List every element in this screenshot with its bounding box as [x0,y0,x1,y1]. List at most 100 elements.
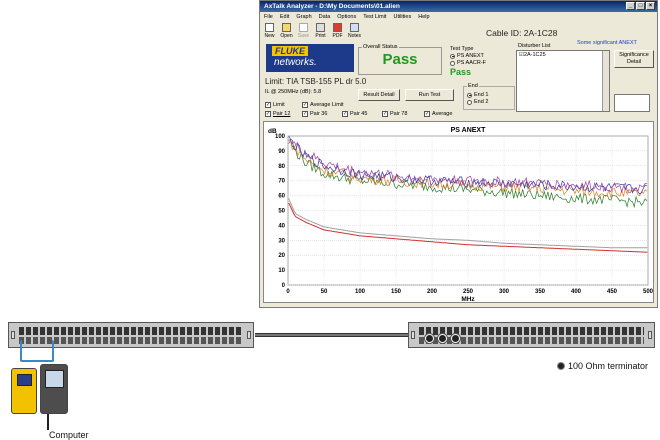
end-group: End End 1 End 2 [463,83,515,110]
menu-data[interactable]: Data [319,12,331,22]
pdf-icon [333,23,342,32]
disturber-list-label: Disturber List [518,43,551,49]
printer-icon [316,23,325,32]
y-tick-label: 80 [278,164,285,170]
limit-label: Limit: TIA TSB-155 PL dr 5.0 [265,77,367,86]
radio-dot [450,53,455,59]
radio-ps-aacr-f[interactable]: PS AACR-F [450,60,512,66]
x-tick-label: 200 [427,289,438,295]
bundled-cable [255,333,408,337]
radio-dot [450,60,455,66]
run-test-button[interactable]: Run Test [405,89,454,101]
il-value: 5.8 [313,89,322,95]
disturber-list[interactable]: ☑2A-1C25 [516,50,610,112]
ps-anext-graph[interactable]: 0 10 20 30 40 50 60 70 80 90 100 0 50 100 150 200 250 300… [263,121,654,303]
save-icon [299,23,308,32]
terminator-icon [425,334,434,343]
radio-end-2[interactable]: End 2 [467,99,514,105]
pdf-button[interactable]: PDF [330,23,345,39]
rack-ear [411,331,415,339]
notes-button[interactable]: Notes [347,23,362,39]
significant-anext-label: Some significant ANEXT [577,40,637,46]
maximize-button[interactable]: □ [636,2,645,10]
rack-ear [11,331,15,339]
y-tick-label: 70 [278,179,285,185]
open-button[interactable]: Open [279,23,294,39]
y-axis-label: dB [268,128,277,135]
rack-ear [247,331,251,339]
x-axis-label: MHz [461,296,475,303]
new-file-icon [265,23,274,32]
x-tick-label: 250 [463,289,474,295]
significance-field[interactable] [614,94,650,112]
terminator-icon [451,334,460,343]
menu-test-limit[interactable]: Test Limit [363,12,386,22]
port-row [19,327,243,335]
disturber-item[interactable]: ☑2A-1C25 [519,52,607,58]
y-tick-label: 0 [282,283,286,289]
cable-id: Cable ID: 2A-1C28 [486,28,558,38]
result-detail-button[interactable]: Result Detail [358,89,400,101]
computer-cable [47,414,49,430]
limit-checkbox[interactable]: ✓ Limit [265,102,285,108]
pair-78-checkbox[interactable]: ✓ Pair 78 [382,111,407,117]
menu-graph[interactable]: Graph [296,12,311,22]
menu-utilities[interactable]: Utilities [393,12,411,22]
radio-dot [467,92,472,98]
y-tick-label: 40 [278,223,285,229]
menu-help[interactable]: Help [418,12,429,22]
x-tick-label: 0 [286,289,290,295]
overall-status-value: Pass [382,51,418,68]
minimize-button[interactable]: _ [626,2,635,10]
terminator-icon [557,362,565,370]
pair-12-checkbox[interactable]: ✓ Pair 12 [265,111,290,117]
x-tick-label: 450 [607,289,618,295]
menu-options[interactable]: Options [337,12,356,22]
average-limit-checkbox[interactable]: ✓ Average Limit [302,102,344,108]
new-button[interactable]: New [262,23,277,39]
rack-ear [648,331,652,339]
notes-icon [350,23,359,32]
end-label: End [467,83,479,89]
pair-36-checkbox[interactable]: ✓ Pair 36 [302,111,327,117]
test-type-result: Pass [450,67,472,77]
overall-status: Overall Status Pass [358,44,442,75]
y-tick-label: 10 [278,268,285,274]
open-folder-icon [282,23,291,32]
x-tick-label: 400 [571,289,582,295]
terminator-icon [438,334,447,343]
toolbar: New Open Save Print PDF Notes [262,23,362,39]
y-tick-label: 50 [278,209,285,215]
x-tick-label: 50 [321,289,328,295]
chart-svg: 01020304050607080901000 50 100 150 200 250 300… [268,127,654,303]
close-button[interactable]: × [646,2,655,10]
window-title: AxTalk Analyzer - D:\My Documents\01.ali… [264,3,400,10]
overall-status-label: Overall Status [362,44,399,50]
disturber-scrollbar[interactable] [602,51,609,111]
y-tick-label: 30 [278,238,285,244]
significance-detail-button[interactable]: Significance Detail [614,50,654,68]
print-button[interactable]: Print [313,23,328,39]
y-tick-label: 90 [278,149,285,155]
title-bar[interactable]: AxTalk Analyzer - D:\My Documents\01.ali… [260,1,657,12]
menu-file[interactable]: File [264,12,273,22]
pair-45-checkbox[interactable]: ✓ Pair 45 [342,111,367,117]
fluke-networks-logo: FLUKE networks. [266,44,354,72]
chart-title: PS ANEXT [451,127,486,134]
menu-bar: File Edit Graph Data Options Test Limit … [260,12,657,22]
test-type-group: Test Type PS ANEXT PS AACR-F Pass [450,46,512,80]
average-checkbox[interactable]: ✓ Average [424,111,452,117]
x-tick-label: 150 [391,289,402,295]
save-button[interactable]: Save [296,23,311,39]
x-tick-label: 350 [535,289,546,295]
y-tick-label: 60 [278,194,285,200]
radio-ps-anext[interactable]: PS ANEXT [450,53,512,59]
radio-end-1[interactable]: End 1 [467,92,514,98]
terminator-legend: 100 Ohm terminator [557,361,648,371]
x-tick-label: 500 [643,289,654,295]
tester-remote-unit [11,368,37,414]
x-tick-label: 100 [355,289,366,295]
radio-dot [467,99,472,105]
il-readout: IL @ 250MHz (dB): 5.8 [265,89,322,95]
menu-edit[interactable]: Edit [280,12,289,22]
